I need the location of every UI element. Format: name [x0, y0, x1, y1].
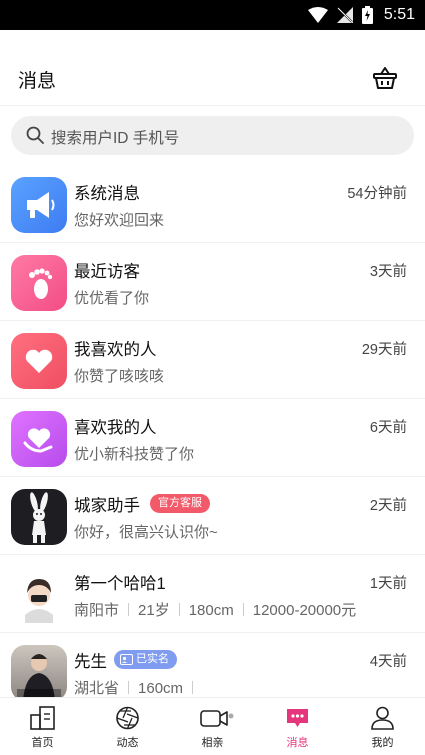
row-name: 系统消息: [74, 185, 140, 203]
tab-messages[interactable]: 消息: [255, 698, 340, 755]
row-time: 6天前: [369, 420, 407, 436]
tab-home[interactable]: 首页: [0, 698, 85, 755]
row-preview: 您好欢迎回来: [74, 212, 165, 229]
row-preview: 你好，很高兴认识你~: [74, 524, 218, 541]
list-item-people-who-like-me[interactable]: 喜欢我的人 优小新科技赞了你 6天前: [0, 399, 425, 477]
video-icon: [200, 710, 234, 727]
row-time: 3天前: [369, 264, 407, 280]
tab-profile[interactable]: 我的: [340, 698, 425, 755]
person-icon: [371, 706, 394, 730]
battery-charging-icon: [361, 6, 373, 24]
verified-badge: 已实名: [114, 650, 177, 669]
search-icon: [26, 126, 44, 144]
tab-dating[interactable]: 相亲: [170, 698, 255, 755]
tab-label: 消息: [286, 737, 309, 749]
avatar: [11, 489, 67, 545]
divider: [128, 603, 130, 616]
row-time: 29天前: [361, 342, 407, 358]
row-name: 喜欢我的人: [74, 419, 157, 437]
megaphone-icon: [11, 177, 67, 233]
home-icon: [30, 706, 55, 730]
row-time: 1天前: [369, 576, 407, 592]
heart-icon: [11, 333, 67, 389]
row-name: 最近访客: [74, 263, 140, 281]
heart-hand-icon: [11, 411, 67, 467]
list-item-assistant[interactable]: 城家助手 官方客服 你好，很高兴认识你~ 2天前: [0, 477, 425, 555]
detail-height: 180cm: [188, 602, 234, 619]
row-preview: 优小新科技赞了你: [74, 446, 195, 463]
list-item-user[interactable]: 第一个哈哈1 南阳市 21岁 180cm 12000-20000元 1天前: [0, 555, 425, 633]
status-icons: 5:51: [307, 4, 415, 26]
tab-label: 相亲: [201, 737, 224, 749]
tab-label: 动态: [116, 737, 139, 749]
row-details: 南阳市 21岁 180cm 12000-20000元: [74, 599, 356, 620]
detail-income: 12000-20000元: [252, 602, 357, 619]
official-service-badge: 官方客服: [150, 494, 210, 513]
list-item-system-messages[interactable]: 系统消息 您好欢迎回来 54分钟前: [0, 165, 425, 243]
avatar: [11, 645, 67, 701]
basket-icon[interactable]: [372, 66, 398, 90]
camera-aperture-icon: [116, 706, 139, 730]
detail-age: 21岁: [138, 602, 170, 619]
tab-label: 首页: [31, 737, 54, 749]
row-preview: 你赞了咳咳咳: [74, 368, 165, 385]
row-preview: 优优看了你: [74, 290, 150, 307]
search-bar[interactable]: 搜索用户ID 手机号: [11, 116, 414, 155]
id-card-icon: [120, 654, 133, 665]
divider: [178, 603, 180, 616]
message-icon: [287, 709, 308, 727]
row-name: 第一个哈哈1: [74, 575, 166, 593]
row-name: 先生: [74, 653, 107, 671]
row-time: 2天前: [369, 498, 407, 514]
verified-badge-label: 已实名: [136, 653, 169, 665]
wifi-icon: [307, 7, 328, 23]
header: 消息: [0, 30, 425, 106]
page-title: 消息: [18, 71, 57, 92]
list-item-people-i-like[interactable]: 我喜欢的人 你赞了咳咳咳 29天前: [0, 321, 425, 399]
tab-label: 我的: [371, 737, 394, 749]
detail-city: 南阳市: [74, 602, 120, 619]
list-item-recent-visitors[interactable]: 最近访客 优优看了你 3天前: [0, 243, 425, 321]
no-signal-icon: [336, 7, 353, 23]
detail-height: 160cm: [138, 680, 184, 697]
footprint-icon: [11, 255, 67, 311]
avatar: [11, 567, 67, 623]
divider: [242, 603, 244, 616]
row-details: 湖北省 160cm: [74, 677, 202, 698]
row-name: 我喜欢的人: [74, 341, 157, 359]
row-time: 4天前: [369, 654, 407, 670]
status-time: 5:51: [383, 6, 415, 23]
search-placeholder: 搜索用户ID 手机号: [51, 130, 180, 147]
status-bar: 5:51: [0, 0, 425, 30]
divider: [192, 681, 194, 694]
tab-moments[interactable]: 动态: [85, 698, 170, 755]
bottom-tab-bar: 首页 动态 相亲 消息 我的: [0, 697, 425, 755]
row-name: 城家助手: [74, 497, 140, 515]
row-time: 54分钟前: [347, 186, 407, 202]
divider: [128, 681, 130, 694]
detail-province: 湖北省: [74, 680, 120, 697]
